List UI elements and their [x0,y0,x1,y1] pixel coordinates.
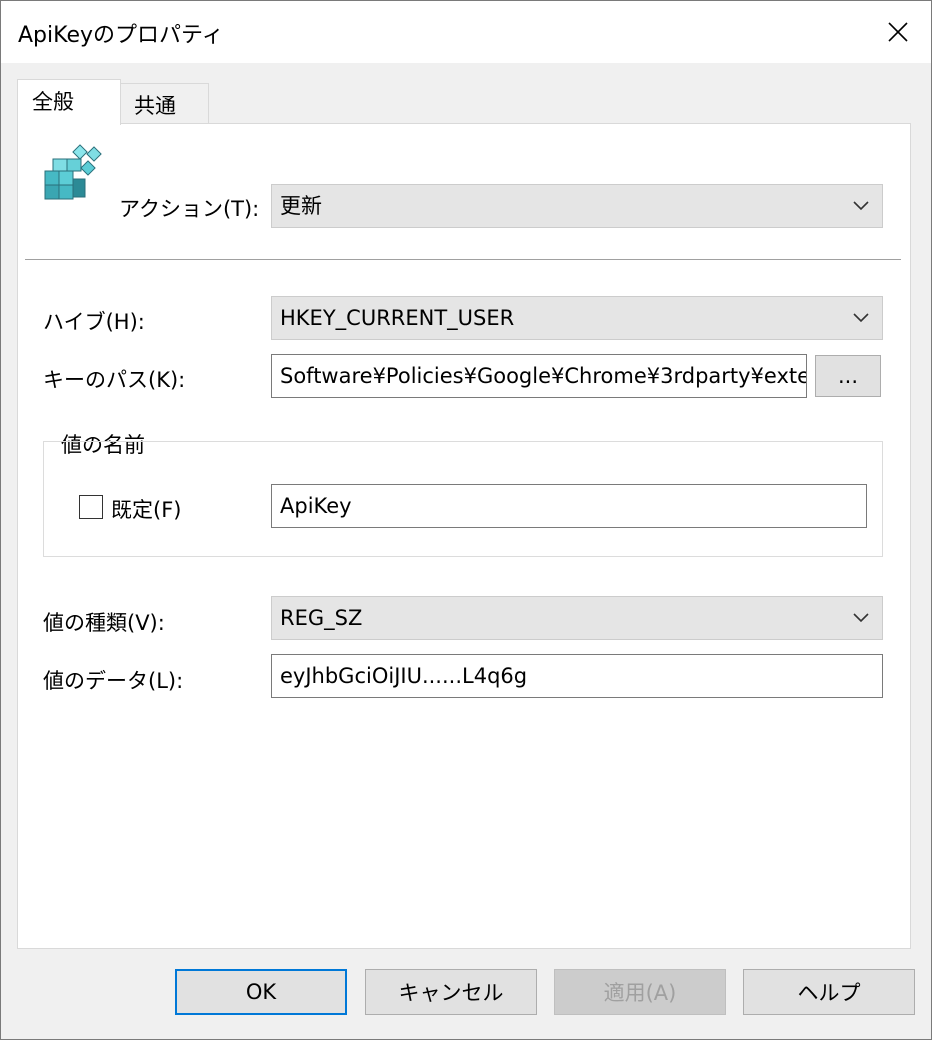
value-data-input[interactable]: eyJhbGciOiJIU......L4q6g [271,654,883,698]
chevron-down-icon [850,185,872,227]
separator [25,259,901,260]
title-bar: ApiKeyのプロパティ [1,1,931,63]
ok-button-label: OK [245,980,277,1004]
ok-button[interactable]: OK [175,969,347,1015]
apply-button[interactable]: 適用(A) [554,969,726,1015]
chevron-down-icon [850,297,872,339]
registry-icon [44,144,102,200]
value-type-value: REG_SZ [280,606,363,630]
browse-button-label: ... [837,364,859,388]
keypath-input[interactable]: Software¥Policies¥Google¥Chrome¥3rdparty… [271,354,807,398]
action-label: アクション(T): [119,197,260,221]
cancel-button[interactable]: キャンセル [365,969,537,1015]
keypath-value: Software¥Policies¥Google¥Chrome¥3rdparty… [280,364,807,388]
tab-general-label: 全般 [32,90,74,114]
cancel-button-label: キャンセル [398,981,504,1005]
window-title: ApiKeyのプロパティ [18,23,224,48]
close-icon [888,22,908,42]
default-checkbox[interactable] [79,495,103,519]
value-data-value: eyJhbGciOiJIU......L4q6g [280,664,528,688]
value-name-input[interactable]: ApiKey [271,484,867,528]
value-type-label: 値の種類(V): [43,611,165,635]
hive-label: ハイブ(H): [43,310,145,334]
action-value: 更新 [280,194,322,218]
value-name-value: ApiKey [280,494,352,518]
browse-button[interactable]: ... [815,355,881,397]
chevron-down-icon [850,597,872,639]
default-checkbox-label[interactable]: 既定(F) [111,494,181,524]
hive-value: HKEY_CURRENT_USER [280,306,515,330]
close-button[interactable] [865,1,931,63]
help-button[interactable]: ヘルプ [743,969,915,1015]
hive-combobox[interactable]: HKEY_CURRENT_USER [271,296,883,340]
tab-common-label: 共通 [134,94,176,118]
value-data-label: 値のデータ(L): [43,669,184,693]
tab-common[interactable]: 共通 [119,83,209,125]
properties-dialog: ApiKeyのプロパティ 全般 共通 アクション(T): 更新 ハイブ(H): … [0,0,932,1040]
apply-button-label: 適用(A) [603,981,677,1005]
keypath-label: キーのパス(K): [43,368,186,392]
value-type-combobox[interactable]: REG_SZ [271,596,883,640]
action-combobox[interactable]: 更新 [271,184,883,228]
help-button-label: ヘルプ [797,981,861,1005]
tab-general[interactable]: 全般 [17,79,121,125]
